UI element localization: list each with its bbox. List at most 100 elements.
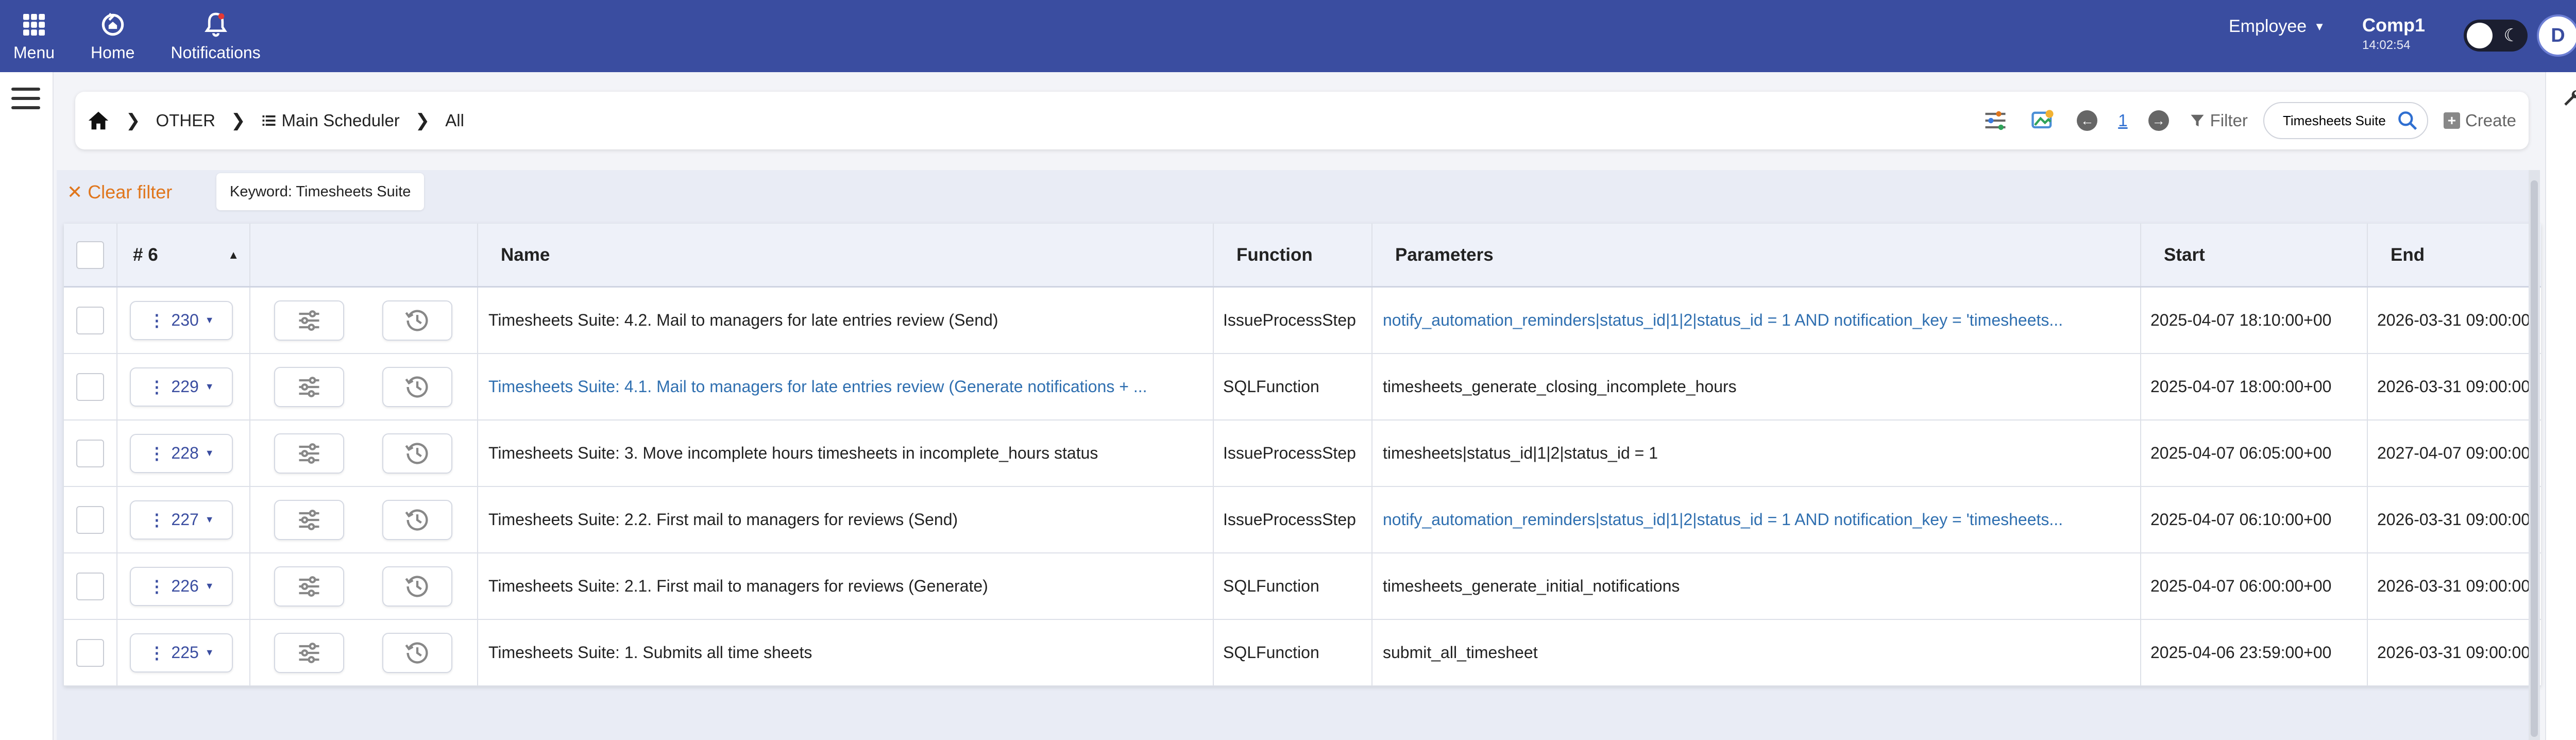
row-id: 228 [171,444,199,462]
notifications-label: Notifications [171,43,261,62]
row-history-button[interactable] [382,366,452,407]
row-parameters-cell: timesheets_generate_initial_notification… [1371,553,2140,619]
row-checkbox-cell [64,354,116,419]
menu-button[interactable]: Menu [13,0,55,72]
next-page-button[interactable]: → [2148,110,2169,131]
row-history-button[interactable] [382,433,452,474]
row-parameters: timesheets|status_id|1|2|status_id = 1 [1383,444,1658,462]
row-function: SQLFunction [1223,643,1319,662]
history-icon [405,442,428,464]
parameters-header[interactable]: Parameters [1371,224,2140,286]
home-icon[interactable] [87,109,110,132]
row-end: 2026-03-31 09:00:00 [2377,377,2531,396]
search-icon[interactable] [2396,109,2419,132]
sliders-icon [299,576,319,597]
row-name-cell: Timesheets Suite: 2.2. First mail to man… [477,487,1213,552]
column-settings-icon[interactable] [1982,107,2009,134]
row-settings-button[interactable] [274,433,344,474]
filter-button[interactable]: Filter [2190,111,2248,130]
row-checkbox[interactable] [76,306,104,334]
role-dropdown[interactable]: Employee ▼ [2229,16,2325,37]
image-view-icon[interactable] [2029,107,2056,134]
hamburger-icon[interactable] [11,88,40,109]
create-button[interactable]: + Create [2443,111,2516,130]
row-checkbox-cell [64,487,116,552]
row-function: IssueProcessStep [1223,311,1356,329]
notifications-button[interactable]: Notifications [171,0,261,72]
scrollbar-thumb[interactable] [2531,180,2538,737]
row-actions-dropdown[interactable]: ⋮ 230 ▼ [130,300,233,340]
name-header[interactable]: Name [477,224,1213,286]
end-header[interactable]: End [2367,224,2541,286]
row-actions-dropdown[interactable]: ⋮ 226 ▼ [130,566,233,606]
row-parameters: submit_all_timesheet [1383,643,1538,662]
row-name-cell: Timesheets Suite: 3. Move incomplete hou… [477,421,1213,486]
top-nav: Menu Home Notifications [13,0,297,72]
prev-page-button[interactable]: ← [2077,110,2098,131]
function-header[interactable]: Function [1213,224,1371,286]
search-input[interactable] [2282,112,2396,129]
breadcrumb-main-scheduler[interactable]: Main Scheduler [261,111,400,130]
row-checkbox[interactable] [76,506,104,534]
row-parameters[interactable]: notify_automation_reminders|status_id|1|… [1383,311,2063,330]
sort-asc-icon: ▲ [228,248,239,261]
select-all-checkbox[interactable] [76,241,104,269]
row-actions-cell [249,354,477,419]
theme-toggle[interactable]: ☾ [2464,20,2528,52]
row-end: 2026-03-31 09:00:00 [2377,643,2531,662]
breadcrumb: ❯ OTHER ❯ Main Scheduler ❯ All [75,92,464,149]
breadcrumb-all[interactable]: All [445,111,464,130]
row-history-button[interactable] [382,566,452,607]
row-settings-button[interactable] [274,366,344,407]
row-start: 2025-04-07 06:05:00+00 [2150,444,2332,462]
row-checkbox[interactable] [76,373,104,401]
sliders-icon [299,376,319,397]
clear-filter-button[interactable]: ✕ Clear filter [67,181,172,203]
row-function-cell: SQLFunction [1213,553,1371,619]
row-actions-dropdown[interactable]: ⋮ 227 ▼ [130,500,233,540]
row-id: 230 [171,311,199,329]
kebab-icon: ⋮ [148,444,165,463]
row-settings-button[interactable] [274,499,344,540]
page-number[interactable]: 1 [2118,111,2127,130]
bell-icon [204,12,227,37]
row-start: 2025-04-07 06:10:00+00 [2150,510,2332,529]
row-name[interactable]: Timesheets Suite: 4.1. Mail to managers … [488,377,1147,396]
row-checkbox-cell [64,288,116,353]
chevron-right-icon: ❯ [415,111,430,130]
row-function: SQLFunction [1223,577,1319,595]
clock: 14:02:54 [2362,38,2411,52]
avatar[interactable]: D [2537,14,2576,57]
row-checkbox[interactable] [76,572,104,600]
breadcrumb-other[interactable]: OTHER [156,111,216,130]
row-actions-dropdown[interactable]: ⋮ 229 ▼ [130,367,233,407]
breadcrumb-main-scheduler-label: Main Scheduler [281,111,400,130]
row-settings-button[interactable] [274,632,344,673]
row-parameters: timesheets_generate_closing_incomplete_h… [1383,377,1737,396]
create-label: Create [2465,111,2516,130]
history-icon [405,309,428,331]
row-actions-dropdown[interactable]: ⋮ 225 ▼ [130,633,233,672]
row-history-button[interactable] [382,300,452,341]
home-button[interactable]: Home [91,0,134,72]
row-history-button[interactable] [382,632,452,673]
row-actions-cell [249,553,477,619]
row-parameters[interactable]: notify_automation_reminders|status_id|1|… [1383,510,2063,529]
vertical-scrollbar[interactable] [2529,170,2540,740]
table-row: ⋮ 228 ▼ Timesheets Suite: 3. Move incomp… [64,421,2541,487]
count-header[interactable]: # 6 ▲ [116,224,249,286]
plus-icon: + [2443,112,2460,129]
row-actions-dropdown[interactable]: ⋮ 228 ▼ [130,433,233,473]
row-function-cell: IssueProcessStep [1213,421,1371,486]
row-start: 2025-04-07 18:00:00+00 [2150,377,2332,396]
start-header[interactable]: Start [2140,224,2367,286]
row-function: IssueProcessStep [1223,444,1356,462]
row-settings-button[interactable] [274,300,344,341]
wrench-icon[interactable] [2562,88,2576,109]
row-settings-button[interactable] [274,566,344,607]
row-checkbox[interactable] [76,439,104,467]
row-history-button[interactable] [382,499,452,540]
row-function-cell: IssueProcessStep [1213,288,1371,353]
caret-down-icon: ▼ [205,514,214,525]
row-checkbox[interactable] [76,638,104,667]
